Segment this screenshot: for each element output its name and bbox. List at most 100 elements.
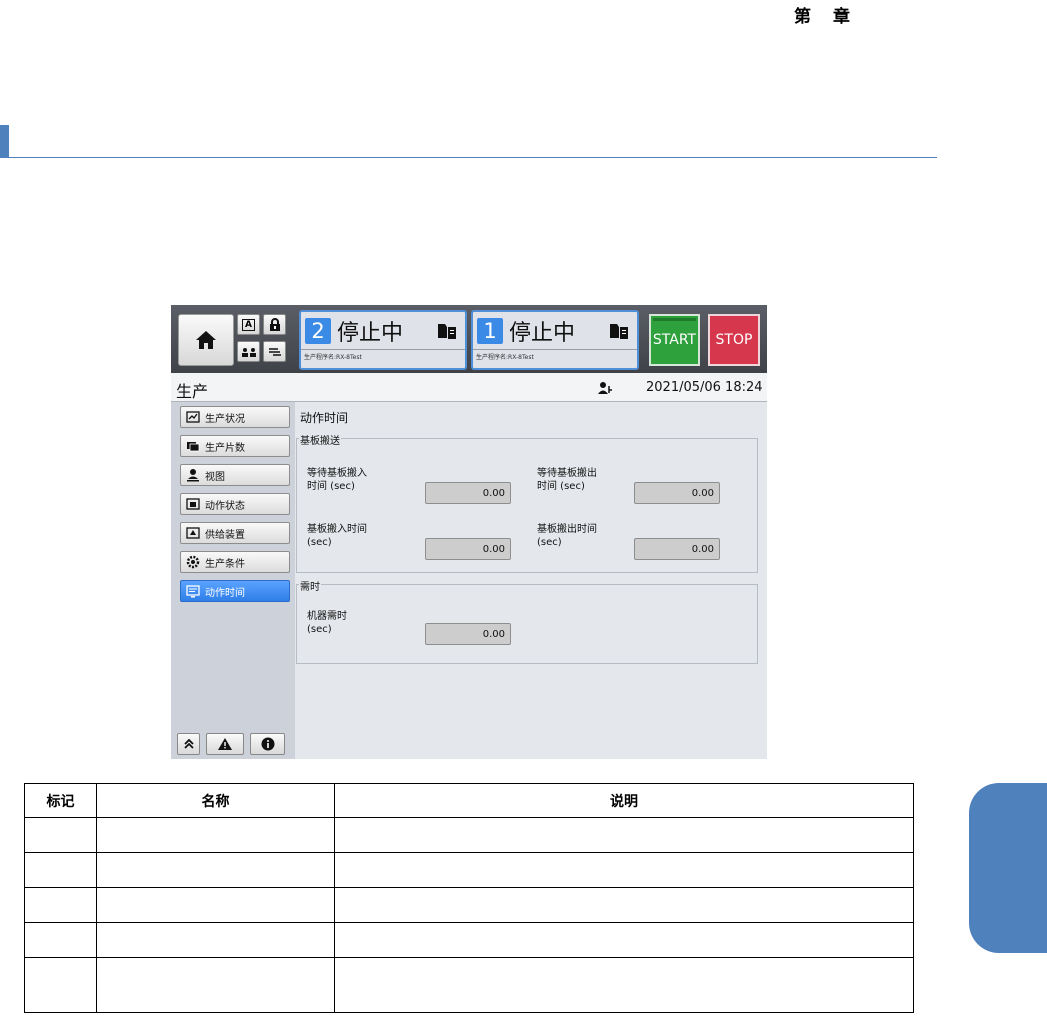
group-label: 需时 bbox=[299, 578, 321, 593]
page-title: 生产 bbox=[176, 382, 209, 401]
nav-label: 供给装置 bbox=[205, 529, 245, 541]
field-label-board-in: 基板搬入时间 (sec) bbox=[307, 524, 367, 548]
lane-status: 停止中 bbox=[337, 320, 404, 346]
table-cell bbox=[334, 887, 914, 923]
chapter-side-tab bbox=[969, 783, 1047, 953]
machine-screen: A 2 停止中 生产程序名:RX-8Test 1 停止中 生产程序名:RX-8T… bbox=[171, 305, 767, 759]
lock-button[interactable] bbox=[263, 314, 286, 335]
nav-production-count[interactable]: 生产片数 bbox=[180, 435, 290, 457]
operator-button[interactable] bbox=[237, 341, 260, 362]
info-button[interactable] bbox=[250, 733, 285, 755]
field-value-board-in: 0.00 bbox=[425, 538, 511, 560]
section-marker bbox=[0, 125, 9, 158]
table-cell bbox=[334, 922, 914, 958]
table-cell bbox=[334, 852, 914, 888]
col-mark: 标记 bbox=[24, 783, 97, 818]
section-divider bbox=[9, 157, 937, 158]
field-label-wait-in: 等待基板搬入 时间 (sec) bbox=[307, 468, 367, 492]
field-value-board-out: 0.00 bbox=[634, 538, 720, 560]
nav-feeder[interactable]: 供给装置 bbox=[180, 522, 290, 544]
table-cell bbox=[24, 817, 97, 853]
chapter-suffix: 章 bbox=[833, 7, 850, 27]
table-cell bbox=[334, 817, 914, 853]
language-icon: A bbox=[242, 318, 255, 331]
lane-number: 1 bbox=[477, 317, 503, 344]
table-cell bbox=[96, 957, 335, 1013]
nav-label: 生产条件 bbox=[205, 558, 245, 570]
field-value-machine-time: 0.00 bbox=[425, 623, 511, 645]
feeder-icon bbox=[186, 527, 200, 539]
table-cell bbox=[334, 957, 914, 1013]
gear-icon bbox=[186, 555, 200, 569]
table-cell bbox=[96, 852, 335, 888]
lane-1-panel[interactable]: 1 停止中 生产程序名:RX-8Test bbox=[471, 310, 639, 370]
start-button[interactable]: START bbox=[649, 314, 700, 366]
lane-number: 2 bbox=[305, 317, 331, 344]
chapter-prefix: 第 bbox=[794, 7, 811, 27]
content-panel: 动作时间 基板搬送 等待基板搬入 时间 (sec) 0.00 等待基板搬出 时间… bbox=[295, 402, 767, 759]
nav-operation-status[interactable]: 动作状态 bbox=[180, 493, 290, 515]
col-description: 说明 bbox=[334, 783, 914, 818]
table-cell bbox=[96, 887, 335, 923]
transfer-button[interactable] bbox=[263, 341, 286, 362]
table-cell bbox=[24, 887, 97, 923]
boards-icon bbox=[187, 442, 200, 452]
alarm-button[interactable] bbox=[206, 733, 244, 755]
table-row bbox=[24, 852, 914, 888]
chart-icon bbox=[186, 411, 200, 423]
table-header-row: 标记 名称 说明 bbox=[24, 783, 914, 818]
table-row bbox=[24, 887, 914, 923]
datetime: 2021/05/06 18:24 bbox=[646, 380, 763, 395]
field-label-wait-out: 等待基板搬出 时间 (sec) bbox=[537, 468, 597, 492]
field-value-wait-out: 0.00 bbox=[634, 482, 720, 504]
time-icon bbox=[186, 585, 200, 598]
lock-icon bbox=[269, 318, 280, 331]
table-cell bbox=[24, 852, 97, 888]
table-cell bbox=[96, 922, 335, 958]
operators-icon bbox=[241, 347, 256, 357]
nav-view[interactable]: 视图 bbox=[180, 464, 290, 486]
table-cell bbox=[96, 817, 335, 853]
user-key-icon bbox=[598, 382, 612, 394]
nav-label: 生产状况 bbox=[205, 413, 245, 425]
group-required-time bbox=[296, 584, 758, 664]
person-view-icon bbox=[187, 469, 199, 482]
pcb-icon bbox=[438, 324, 456, 339]
stop-label: STOP bbox=[715, 332, 753, 348]
nav-label: 生产片数 bbox=[205, 442, 245, 454]
info-icon bbox=[261, 737, 274, 751]
lane-status: 停止中 bbox=[509, 320, 576, 346]
nav-label: 动作时间 bbox=[205, 587, 245, 599]
home-icon bbox=[196, 331, 216, 349]
group-label: 基板搬送 bbox=[299, 432, 341, 447]
title-bar: 生产 2021/05/06 18:24 bbox=[171, 373, 767, 402]
content-title: 动作时间 bbox=[300, 411, 349, 425]
col-name: 名称 bbox=[96, 783, 335, 818]
status-icon bbox=[186, 498, 200, 510]
table-row bbox=[24, 817, 914, 853]
warning-icon bbox=[218, 738, 232, 750]
start-label: START bbox=[652, 332, 697, 348]
nav-label: 视图 bbox=[205, 471, 225, 483]
table-cell bbox=[24, 922, 97, 958]
chapter-header: 第章 bbox=[794, 2, 850, 27]
nav-label: 动作状态 bbox=[205, 500, 245, 512]
home-button[interactable] bbox=[178, 314, 234, 366]
stop-button[interactable]: STOP bbox=[708, 314, 760, 366]
lane-2-panel[interactable]: 2 停止中 生产程序名:RX-8Test bbox=[299, 310, 467, 370]
transfer-icon bbox=[268, 347, 281, 356]
field-value-wait-in: 0.00 bbox=[425, 482, 511, 504]
legend-table: 标记 名称 说明 bbox=[24, 783, 914, 1013]
sidebar: 生产状况 生产片数 视图 动作状态 供给装置 生产条件 动作时间 bbox=[171, 402, 295, 759]
nav-production-status[interactable]: 生产状况 bbox=[180, 406, 290, 428]
double-chevron-up-icon bbox=[183, 739, 194, 749]
pcb-icon bbox=[610, 324, 628, 339]
lane-program: 生产程序名:RX-8Test bbox=[301, 349, 465, 368]
language-button[interactable]: A bbox=[237, 314, 260, 335]
start-indicator bbox=[653, 318, 696, 321]
table-cell bbox=[24, 957, 97, 1013]
nav-production-conditions[interactable]: 生产条件 bbox=[180, 551, 290, 573]
nav-operation-time[interactable]: 动作时间 bbox=[180, 580, 290, 602]
field-label-board-out: 基板搬出时间 (sec) bbox=[537, 524, 597, 548]
scroll-top-button[interactable] bbox=[177, 733, 200, 755]
